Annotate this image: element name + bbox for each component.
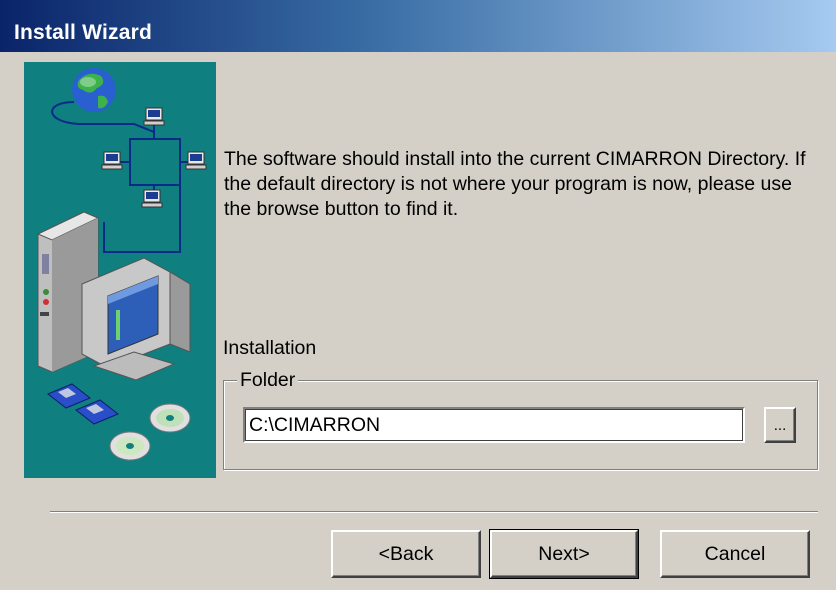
button-separator: [50, 511, 818, 513]
install-wizard-window: Install Wizard The software should insta…: [0, 0, 836, 590]
back-button[interactable]: <Back: [331, 530, 481, 578]
browse-button[interactable]: ...: [764, 407, 796, 443]
network-computer-icon: [185, 151, 207, 170]
window-title: Install Wizard: [14, 21, 152, 44]
network-computer-icon: [141, 189, 163, 208]
globe-icon: [72, 68, 116, 112]
wizard-illustration: [24, 62, 216, 478]
cd-disc-icon: [109, 431, 151, 461]
folder-group-label: Folder: [237, 369, 299, 392]
network-computer-icon: [101, 151, 123, 170]
folder-path-input[interactable]: [243, 407, 745, 443]
cd-disc-icon: [149, 403, 191, 433]
title-bar[interactable]: Install Wizard: [0, 0, 836, 52]
cancel-button[interactable]: Cancel: [660, 530, 810, 578]
installation-label: Installation: [223, 337, 317, 359]
desktop-computer-icon: [36, 211, 191, 381]
next-button[interactable]: Next>: [489, 529, 639, 579]
network-computer-icon: [143, 107, 165, 126]
wizard-illustration-art: [36, 68, 207, 461]
floppy-disk-icon: [47, 383, 91, 409]
install-description: The software should install into the cur…: [224, 148, 806, 220]
floppy-disk-icon: [75, 399, 119, 425]
